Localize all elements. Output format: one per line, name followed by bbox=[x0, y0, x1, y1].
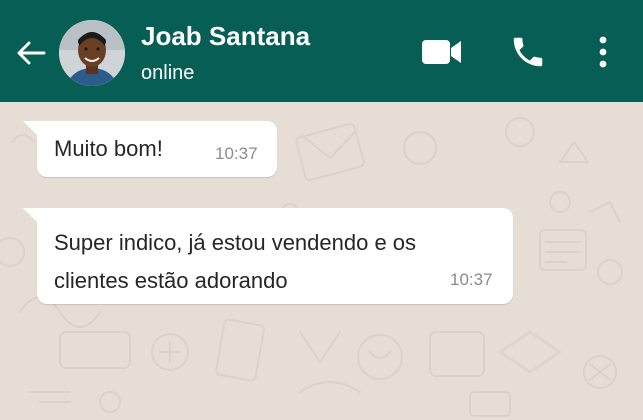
chat-header: Joab Santana online bbox=[0, 0, 643, 102]
message-bubble[interactable]: Muito bom! 10:37 bbox=[23, 121, 277, 177]
back-arrow-icon[interactable] bbox=[14, 36, 48, 70]
contact-name[interactable]: Joab Santana bbox=[141, 20, 310, 52]
bubble-tail bbox=[23, 121, 37, 135]
contact-avatar[interactable] bbox=[59, 20, 125, 86]
message-time: 10:37 bbox=[215, 144, 258, 163]
bubble-tail bbox=[23, 208, 37, 222]
message-bubble[interactable]: Super indico, já estou vendendo e os cli… bbox=[23, 208, 513, 304]
message-time: 10:37 bbox=[450, 270, 493, 289]
message-text: Super indico, já estou vendendo e os cli… bbox=[54, 230, 417, 293]
phone-icon[interactable] bbox=[506, 30, 550, 74]
video-camera-icon[interactable] bbox=[418, 34, 466, 70]
more-vertical-icon[interactable] bbox=[588, 30, 618, 74]
message-text: Muito bom! bbox=[54, 136, 163, 161]
chat-area[interactable]: Muito bom! 10:37 Super indico, já estou … bbox=[0, 102, 643, 420]
contact-status: online bbox=[141, 62, 195, 84]
